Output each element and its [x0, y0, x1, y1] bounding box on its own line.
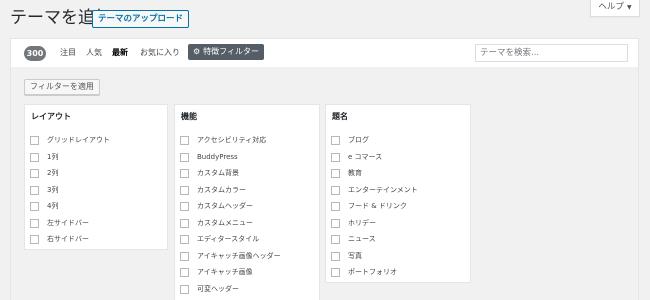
filter-group-features: 機能 アクセシビリティ対応 BuddyPress カスタム背景 カスタムカラー …: [174, 104, 320, 300]
upload-theme-button[interactable]: テーマのアップロード: [92, 10, 190, 28]
checkbox[interactable]: [180, 135, 189, 145]
filter-option[interactable]: 写真: [331, 250, 362, 262]
filter-option[interactable]: アイキャッチ画像: [180, 266, 253, 278]
checkbox[interactable]: [180, 234, 189, 244]
filter-option[interactable]: 3列: [30, 184, 58, 196]
filter-option[interactable]: BuddyPress: [180, 151, 238, 163]
checkbox[interactable]: [30, 234, 39, 244]
filter-drawer: フィルターを適用 レイアウト グリッドレイアウト 1列 2列 3列 4列 左サイ…: [10, 67, 639, 300]
filter-option[interactable]: ポートフォリオ: [331, 266, 397, 278]
filter-option[interactable]: カスタムカラー: [180, 184, 246, 196]
checkbox[interactable]: [30, 152, 39, 162]
filter-option[interactable]: カスタムヘッダー: [180, 200, 253, 212]
checkbox[interactable]: [30, 135, 39, 145]
checkbox[interactable]: [331, 185, 340, 195]
filter-option[interactable]: 2列: [30, 167, 58, 179]
checkbox[interactable]: [331, 135, 340, 145]
filter-option[interactable]: 可変ヘッダー: [180, 283, 239, 295]
tab-latest[interactable]: 最新: [112, 47, 128, 59]
checkbox[interactable]: [180, 185, 189, 195]
checkbox[interactable]: [331, 168, 340, 178]
filter-option[interactable]: ブログ: [331, 134, 369, 146]
filter-option[interactable]: エンターテインメント: [331, 184, 418, 196]
tab-popular[interactable]: 人気: [86, 47, 102, 59]
filter-option[interactable]: 1列: [30, 151, 58, 163]
filter-option[interactable]: 教育: [331, 167, 362, 179]
help-label: ヘルプ: [598, 2, 624, 12]
filter-option[interactable]: エディタースタイル: [180, 233, 259, 245]
checkbox[interactable]: [331, 251, 340, 261]
checkbox[interactable]: [331, 234, 340, 244]
filter-option[interactable]: ニュース: [331, 233, 376, 245]
tab-featured[interactable]: 注目: [60, 47, 76, 59]
filter-option[interactable]: e コマース: [331, 151, 382, 163]
checkbox[interactable]: [331, 267, 340, 277]
filter-group-title: レイアウト: [31, 112, 71, 121]
checkbox[interactable]: [180, 168, 189, 178]
filter-option[interactable]: 右サイドバー: [30, 233, 89, 245]
filter-option[interactable]: カスタムメニュー: [180, 217, 253, 229]
checkbox[interactable]: [180, 267, 189, 277]
filter-group-title: 機能: [181, 112, 197, 121]
checkbox[interactable]: [30, 168, 39, 178]
filter-group-subject: 題名 ブログ e コマース 教育 エンターテインメント フード & ドリンク ホ…: [325, 104, 471, 283]
gear-icon: ⚙: [193, 47, 201, 56]
help-tab-button[interactable]: ヘルプ ▼: [590, 0, 640, 17]
theme-filter-bar: 300 注目 人気 最新 お気に入り ⚙ 特徴フィルター: [10, 38, 639, 68]
checkbox[interactable]: [30, 218, 39, 228]
checkbox[interactable]: [331, 201, 340, 211]
apply-filters-button[interactable]: フィルターを適用: [24, 79, 100, 95]
filter-group-layout: レイアウト グリッドレイアウト 1列 2列 3列 4列 左サイドバー 右サイドバ…: [24, 104, 168, 250]
filter-option[interactable]: アイキャッチ画像ヘッダー: [180, 250, 281, 262]
checkbox[interactable]: [180, 284, 189, 294]
feature-filter-button[interactable]: ⚙ 特徴フィルター: [188, 44, 265, 60]
filter-option[interactable]: ホリデー: [331, 217, 376, 229]
tab-favorites[interactable]: お気に入り: [140, 47, 180, 59]
theme-count-badge: 300: [24, 46, 46, 61]
feature-filter-label: 特徴フィルター: [203, 47, 260, 56]
checkbox[interactable]: [180, 218, 189, 228]
checkbox[interactable]: [180, 152, 189, 162]
caret-down-icon: ▼: [626, 4, 632, 11]
filter-group-title: 題名: [332, 112, 348, 121]
checkbox[interactable]: [331, 218, 340, 228]
theme-search-input[interactable]: [475, 44, 628, 62]
filter-option[interactable]: フード & ドリンク: [331, 200, 407, 212]
filter-option[interactable]: 4列: [30, 200, 58, 212]
checkbox[interactable]: [180, 201, 189, 211]
filter-option[interactable]: グリッドレイアウト: [30, 134, 110, 146]
filter-option[interactable]: アクセシビリティ対応: [180, 134, 266, 146]
checkbox[interactable]: [30, 201, 39, 211]
checkbox[interactable]: [30, 185, 39, 195]
filter-option[interactable]: カスタム背景: [180, 167, 239, 179]
checkbox[interactable]: [180, 251, 189, 261]
filter-option[interactable]: 左サイドバー: [30, 217, 89, 229]
checkbox[interactable]: [331, 152, 340, 162]
